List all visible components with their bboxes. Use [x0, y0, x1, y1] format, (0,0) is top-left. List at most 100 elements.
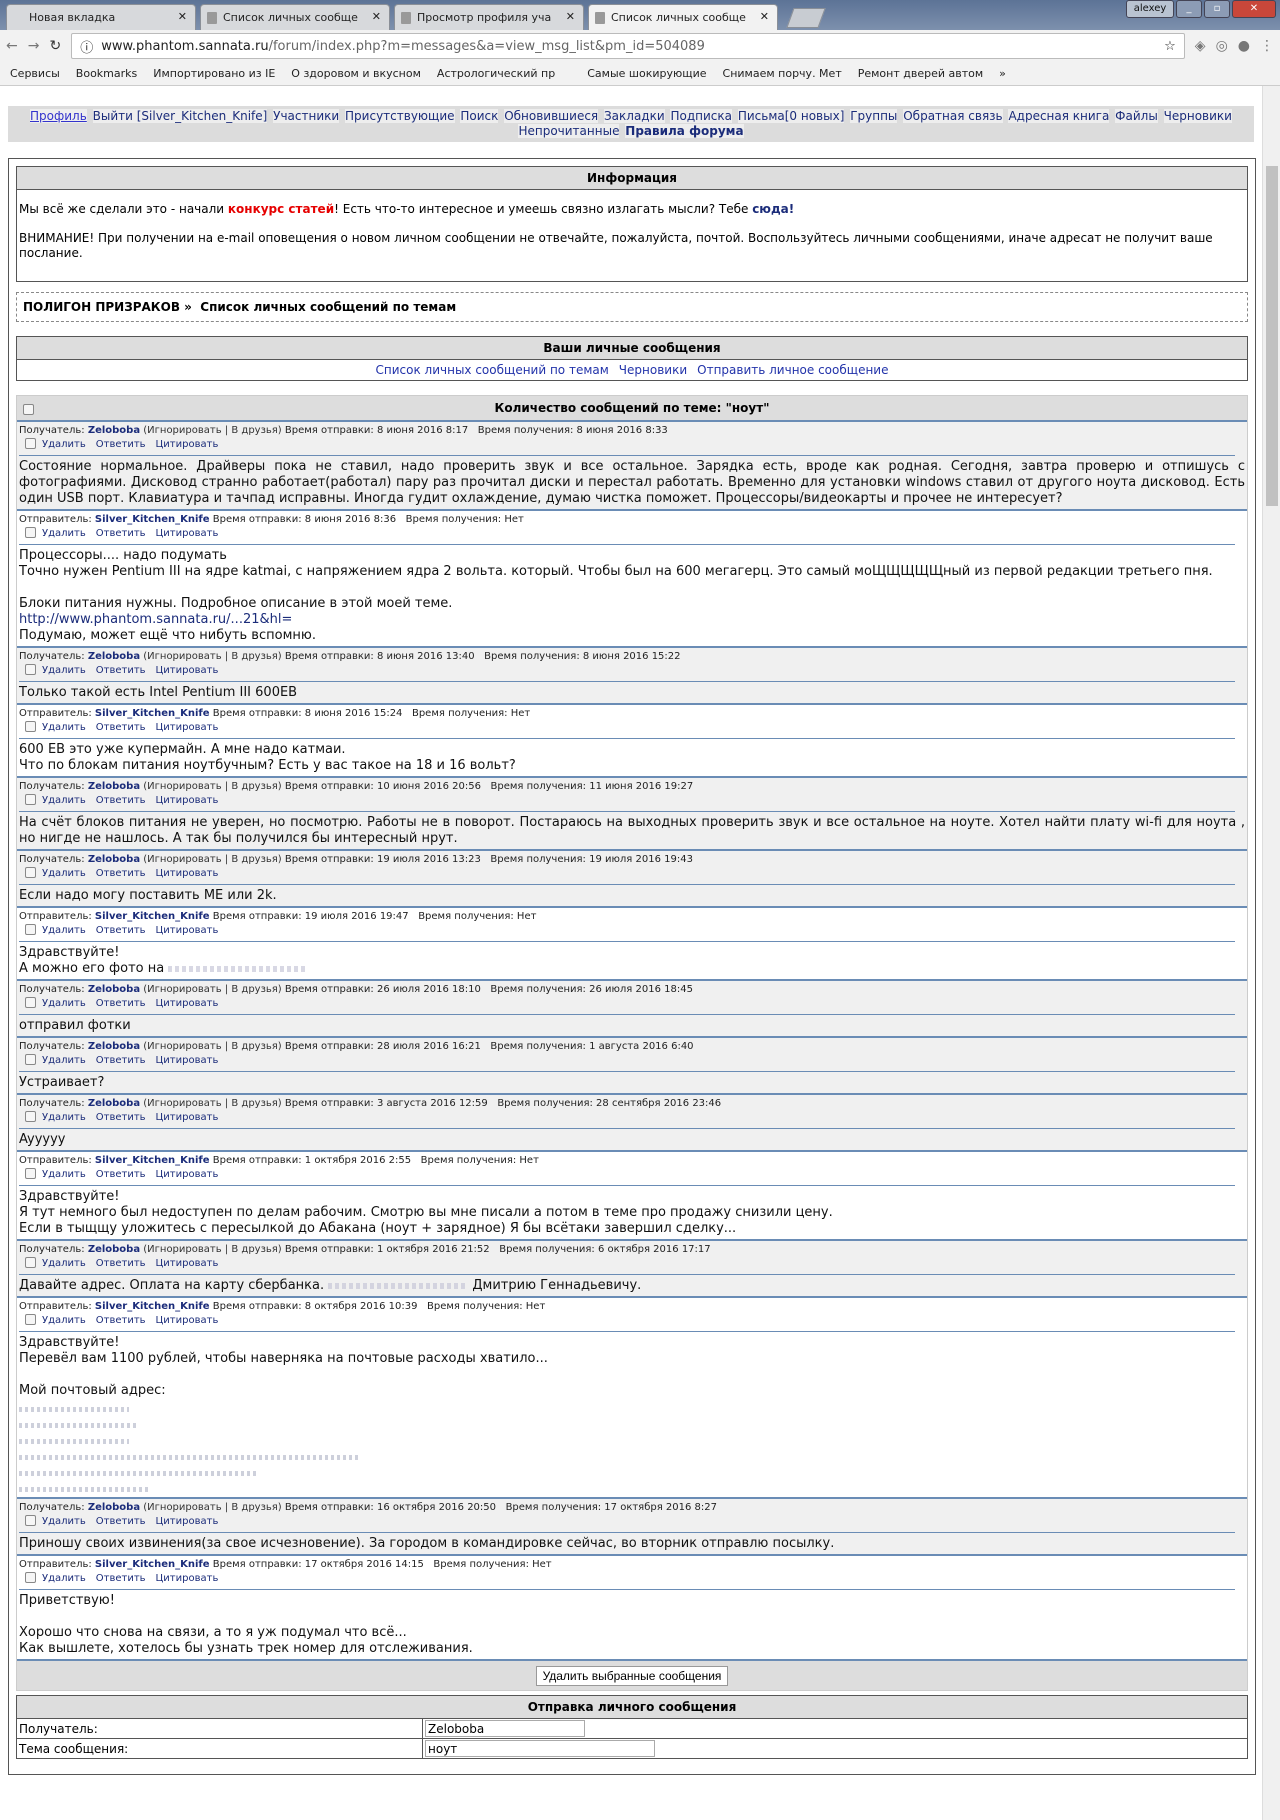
reply-link[interactable]: Ответить [96, 722, 146, 733]
message-checkbox[interactable] [25, 527, 36, 538]
nav-link[interactable]: Письма[0 новых] [737, 109, 845, 123]
reply-link[interactable]: Ответить [96, 1573, 146, 1584]
bookmark-item[interactable]: Ремонт дверей автом [858, 67, 983, 80]
reply-link[interactable]: Ответить [96, 795, 146, 806]
message-checkbox[interactable] [25, 1314, 36, 1325]
reply-link[interactable]: Ответить [96, 1055, 146, 1066]
forward-icon[interactable]: → [28, 38, 40, 54]
nav-link[interactable]: Группы [850, 109, 898, 123]
ignore-link[interactable]: (Игнорировать [143, 781, 221, 792]
close-window-button[interactable]: ✕ [1232, 0, 1276, 18]
new-tab-button[interactable] [786, 8, 826, 28]
close-icon[interactable]: ✕ [760, 10, 769, 23]
delete-link[interactable]: Удалить [42, 722, 86, 733]
contest-link[interactable]: конкурс статей [228, 202, 334, 216]
drafts-link[interactable]: Черновики [619, 363, 687, 377]
bookmark-item[interactable]: Импортировано из IE [153, 67, 275, 80]
delete-link[interactable]: Удалить [42, 1258, 86, 1269]
close-icon[interactable]: ✕ [178, 10, 187, 23]
friends-link[interactable]: | В друзья) [225, 854, 282, 865]
nav-link[interactable]: Непрочитанные [518, 124, 620, 138]
quote-link[interactable]: Цитировать [156, 1315, 219, 1326]
quote-link[interactable]: Цитировать [156, 665, 219, 676]
tab-messages[interactable]: Список личных сообще ✕ [200, 4, 390, 30]
user-link[interactable]: Silver_Kitchen_Knife [95, 1301, 210, 1312]
delete-link[interactable]: Удалить [42, 1055, 86, 1066]
delete-selected-button[interactable]: Удалить выбранные сообщения [535, 1666, 729, 1686]
ignore-link[interactable]: (Игнорировать [143, 854, 221, 865]
message-checkbox[interactable] [25, 1572, 36, 1583]
reply-link[interactable]: Ответить [96, 868, 146, 879]
close-icon[interactable]: ✕ [566, 10, 575, 23]
nav-link[interactable]: Профиль [30, 109, 87, 123]
friends-link[interactable]: | В друзья) [225, 1244, 282, 1255]
reply-link[interactable]: Ответить [96, 528, 146, 539]
quote-link[interactable]: Цитировать [156, 1258, 219, 1269]
reply-link[interactable]: Ответить [96, 925, 146, 936]
user-link[interactable]: Zeloboba [88, 651, 140, 662]
friends-link[interactable]: | В друзья) [225, 781, 282, 792]
delete-link[interactable]: Удалить [42, 1573, 86, 1584]
extension-icon[interactable]: ◈ [1195, 38, 1206, 54]
close-icon[interactable]: ✕ [372, 10, 381, 23]
ignore-link[interactable]: (Игнорировать [143, 651, 221, 662]
here-link[interactable]: сюда! [752, 202, 794, 216]
delete-link[interactable]: Удалить [42, 665, 86, 676]
quote-link[interactable]: Цитировать [156, 925, 219, 936]
reply-link[interactable]: Ответить [96, 998, 146, 1009]
menu-icon[interactable]: ⋮ [1260, 38, 1274, 54]
message-checkbox[interactable] [25, 924, 36, 935]
delete-link[interactable]: Удалить [42, 868, 86, 879]
friends-link[interactable]: | В друзья) [225, 1502, 282, 1513]
message-checkbox[interactable] [25, 1257, 36, 1268]
user-link[interactable]: Zeloboba [88, 1041, 140, 1052]
bookmark-item[interactable]: Астрологический пр [437, 67, 555, 80]
quote-link[interactable]: Цитировать [156, 1573, 219, 1584]
tab-messages-active[interactable]: Список личных сообще ✕ [588, 4, 778, 30]
ignore-link[interactable]: (Игнорировать [143, 425, 221, 436]
reply-link[interactable]: Ответить [96, 1169, 146, 1180]
nav-link[interactable]: Участники [273, 109, 340, 123]
quote-link[interactable]: Цитировать [156, 439, 219, 450]
user-link[interactable]: Silver_Kitchen_Knife [95, 1559, 210, 1570]
tab-profile[interactable]: Просмотр профиля уча ✕ [394, 4, 584, 30]
message-checkbox[interactable] [25, 1054, 36, 1065]
scrollbar[interactable] [1262, 86, 1280, 1820]
reply-link[interactable]: Ответить [96, 1516, 146, 1527]
ignore-link[interactable]: (Игнорировать [143, 1244, 221, 1255]
star-icon[interactable]: ☆ [1164, 39, 1176, 54]
reply-link[interactable]: Ответить [96, 1315, 146, 1326]
maximize-button[interactable]: ▫ [1204, 0, 1230, 18]
select-all-checkbox[interactable] [23, 404, 34, 415]
breadcrumb-page[interactable]: Список личных сообщений по темам [200, 300, 456, 314]
nav-link[interactable]: Закладки [603, 109, 665, 123]
quote-link[interactable]: Цитировать [156, 868, 219, 879]
nav-link[interactable]: Файлы [1115, 109, 1158, 123]
quote-link[interactable]: Цитировать [156, 998, 219, 1009]
delete-link[interactable]: Удалить [42, 795, 86, 806]
friends-link[interactable]: | В друзья) [225, 984, 282, 995]
delete-link[interactable]: Удалить [42, 528, 86, 539]
reload-icon[interactable]: ↻ [49, 38, 61, 54]
message-checkbox[interactable] [25, 438, 36, 449]
more-bookmarks-icon[interactable]: » [999, 67, 1006, 80]
user-link[interactable]: Zeloboba [88, 425, 140, 436]
user-link[interactable]: Silver_Kitchen_Knife [95, 708, 210, 719]
ignore-link[interactable]: (Игнорировать [143, 1041, 221, 1052]
message-checkbox[interactable] [25, 1111, 36, 1122]
delete-link[interactable]: Удалить [42, 1169, 86, 1180]
breadcrumb-forum[interactable]: ПОЛИГОН ПРИЗРАКОВ » [23, 300, 192, 314]
forum-rules-link[interactable]: Правила форума [625, 124, 744, 138]
nav-link[interactable]: Выйти [Silver_Kitchen_Knife] [92, 109, 268, 123]
message-checkbox[interactable] [25, 664, 36, 675]
message-link[interactable]: http://www.phantom.sannata.ru/...21&hl= [19, 612, 292, 627]
message-checkbox[interactable] [25, 794, 36, 805]
friends-link[interactable]: | В друзья) [225, 1098, 282, 1109]
user-link[interactable]: Silver_Kitchen_Knife [95, 514, 210, 525]
bookmark-item[interactable]: Снимаем порчу. Мет [723, 67, 842, 80]
quote-link[interactable]: Цитировать [156, 1055, 219, 1066]
subject-input[interactable] [425, 1740, 655, 1757]
pm-list-link[interactable]: Список личных сообщений по темам [376, 363, 609, 377]
back-icon[interactable]: ← [6, 38, 18, 54]
user-link[interactable]: Zeloboba [88, 1244, 140, 1255]
